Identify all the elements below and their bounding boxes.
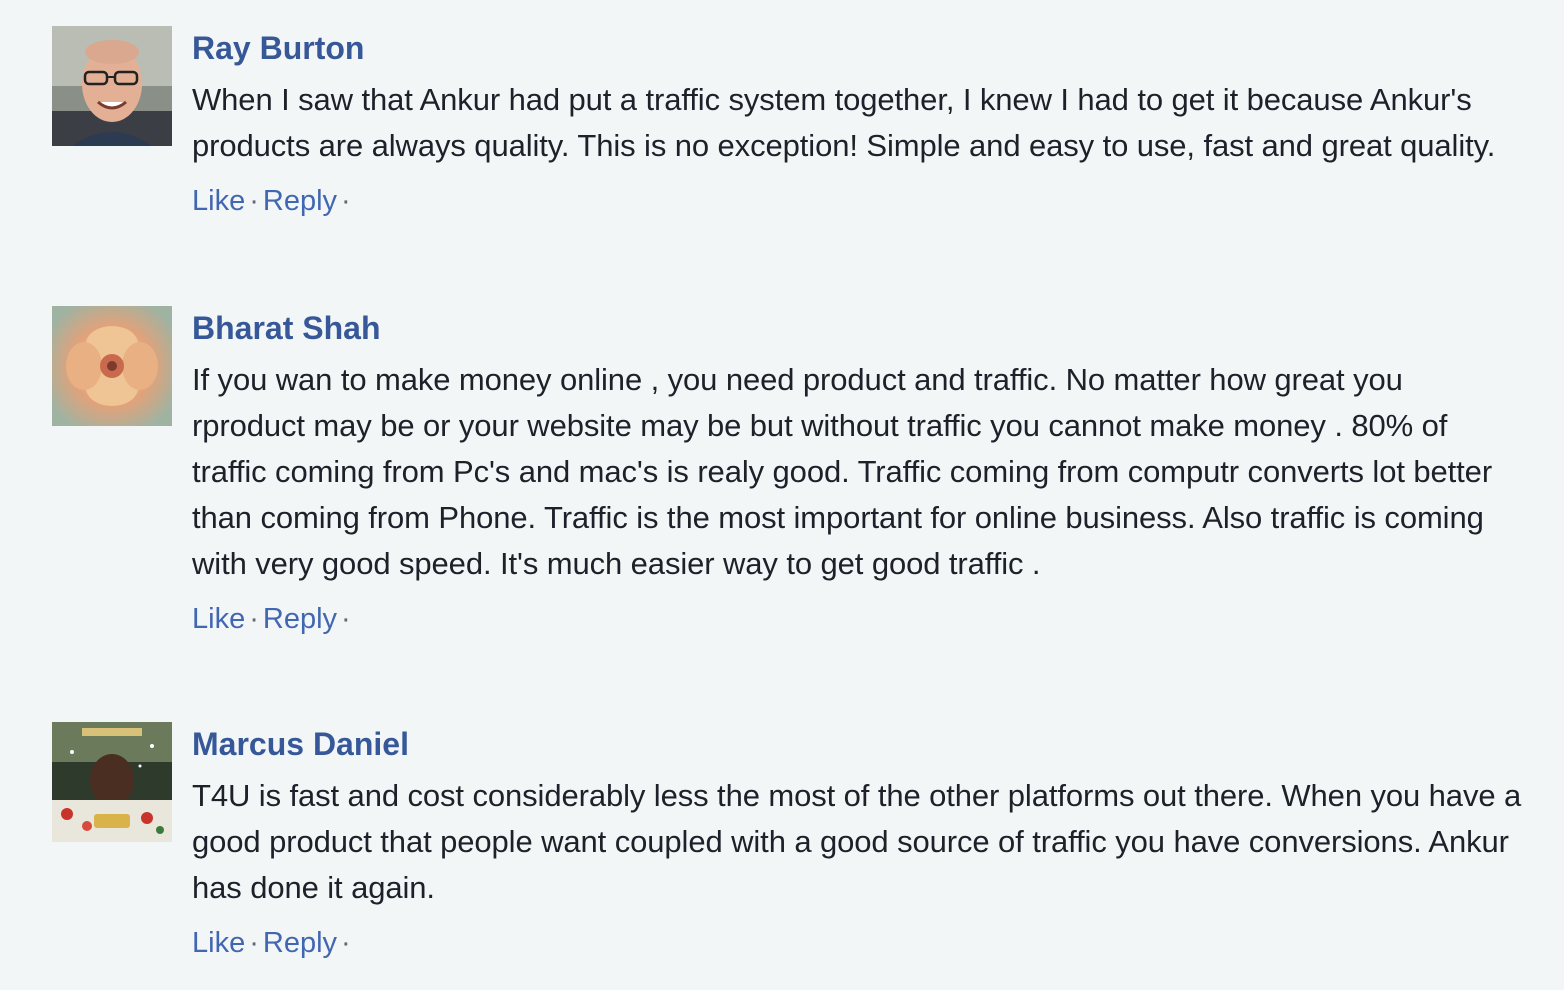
comment-actions: Like · Reply · [192,181,1522,221]
comment-actions: Like · Reply · [192,599,1522,639]
separator: · [249,603,259,635]
separator: · [341,603,351,635]
comment: Bharat Shah If you wan to make money onl… [52,306,1522,639]
comment-body: Marcus Daniel T4U is fast and cost consi… [192,722,1522,963]
comment-text: T4U is fast and cost considerably less t… [192,778,1522,905]
comment: Ray Burton When I saw that Ankur had put… [52,26,1522,221]
comment: Marcus Daniel T4U is fast and cost consi… [52,722,1522,963]
reply-button[interactable]: Reply [263,927,337,959]
comment-author-link[interactable]: Bharat Shah [192,308,380,348]
comment-text: If you wan to make money online , you ne… [192,362,1493,581]
avatar[interactable] [52,306,172,426]
avatar-photo [52,26,172,146]
like-button[interactable]: Like [192,927,245,959]
comment-list: Ray Burton When I saw that Ankur had put… [0,0,1564,990]
comment-body: Ray Burton When I saw that Ankur had put… [192,26,1522,221]
comment-actions: Like · Reply · [192,923,1522,963]
separator: · [341,185,351,217]
reply-button[interactable]: Reply [263,185,337,217]
comment-author-link[interactable]: Ray Burton [192,28,364,68]
avatar-photo [52,722,172,842]
separator: · [249,185,259,217]
avatar[interactable] [52,26,172,146]
avatar-photo [52,306,172,426]
comment-author-link[interactable]: Marcus Daniel [192,724,409,764]
comment-text: When I saw that Ankur had put a traffic … [192,82,1496,163]
reply-button[interactable]: Reply [263,603,337,635]
like-button[interactable]: Like [192,603,245,635]
avatar[interactable] [52,722,172,842]
separator: · [341,927,351,959]
separator: · [249,927,259,959]
like-button[interactable]: Like [192,185,245,217]
comment-body: Bharat Shah If you wan to make money onl… [192,306,1522,639]
